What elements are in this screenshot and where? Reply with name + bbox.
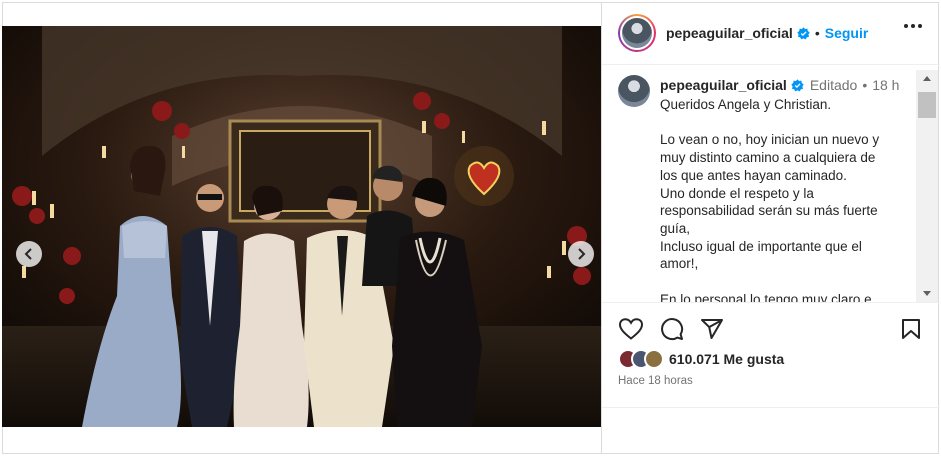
caption-line: amor!, — [660, 256, 699, 272]
follow-button[interactable]: Seguir — [825, 25, 869, 41]
action-bar: 610.071 Me gusta Hace 18 horas — [602, 302, 940, 407]
caption-line: responsabilidad serán su más fuerte — [660, 203, 878, 219]
liker-avatar — [644, 349, 664, 369]
caption-header: pepeaguilar_oficial Editado • 18 h — [660, 77, 899, 93]
scroll-up-arrow[interactable] — [923, 76, 931, 81]
caption-line: Queridos Angela y Christian. — [660, 97, 832, 112]
next-slide-button[interactable] — [568, 241, 594, 267]
likes-count[interactable]: 610.071 Me gusta — [669, 351, 784, 367]
post-header: pepeaguilar_oficial • Seguir — [602, 2, 940, 65]
scrollbar[interactable] — [916, 70, 938, 302]
post-photo — [2, 26, 601, 427]
caption-time[interactable]: 18 h — [872, 77, 899, 93]
caption-text: Queridos Angela y Christian. Lo vean o n… — [660, 96, 900, 302]
more-options-icon[interactable] — [904, 24, 922, 28]
chevron-right-icon — [578, 248, 586, 260]
caption-line: En lo personal lo tengo muy claro e — [660, 291, 872, 302]
edited-label: Editado — [809, 77, 858, 93]
comment-icon[interactable] — [660, 317, 684, 341]
avatar[interactable] — [622, 18, 652, 48]
caption-line: Uno donde el respeto y la — [660, 185, 814, 201]
post-media[interactable] — [2, 26, 601, 427]
username-link[interactable]: pepeaguilar_oficial — [666, 25, 793, 41]
post-timestamp[interactable]: Hace 18 horas — [618, 375, 693, 387]
caption-line: guía, — [660, 220, 691, 236]
heart-icon[interactable] — [618, 317, 644, 341]
verified-badge-icon — [797, 26, 810, 40]
scroll-down-arrow[interactable] — [923, 291, 931, 296]
caption-line: Incluso igual de importante que el — [660, 238, 862, 254]
scroll-thumb[interactable] — [918, 92, 936, 118]
separator-dot: • — [814, 25, 820, 41]
story-ring[interactable] — [618, 14, 656, 52]
share-icon[interactable] — [700, 317, 724, 341]
caption-line: Lo vean o no, hoy inician un nuevo y — [660, 132, 880, 148]
likes-row[interactable]: 610.071 Me gusta — [618, 349, 784, 369]
add-comment-area[interactable] — [602, 407, 940, 454]
caption-line: muy distinto camino a cualquiera de — [660, 150, 876, 166]
caption-username[interactable]: pepeaguilar_oficial — [660, 77, 787, 93]
verified-badge-icon — [791, 78, 804, 92]
chevron-left-icon — [24, 248, 32, 260]
previous-slide-button[interactable] — [16, 241, 42, 267]
post-sidebar: pepeaguilar_oficial • Seguir pepeaguilar… — [601, 2, 940, 454]
separator-dot: • — [862, 77, 868, 93]
caption-line: los que antes hayan caminado. — [660, 167, 847, 183]
comments-section[interactable]: pepeaguilar_oficial Editado • 18 h Queri… — [602, 66, 940, 302]
caption-avatar[interactable] — [618, 75, 650, 107]
bookmark-icon[interactable] — [900, 317, 922, 341]
